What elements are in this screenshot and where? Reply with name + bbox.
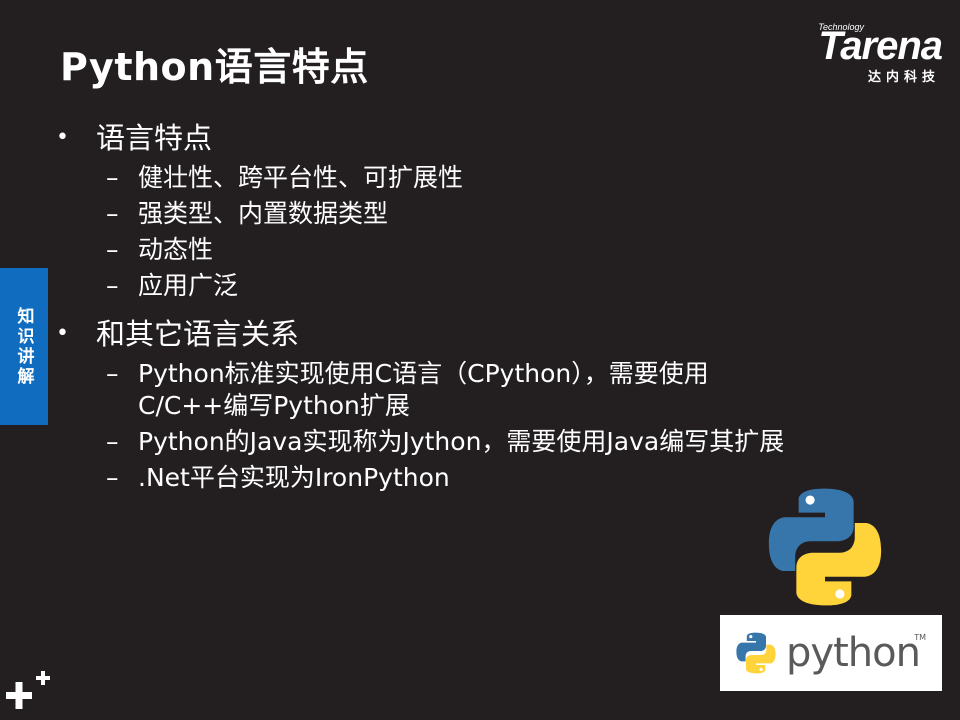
python-wordmark-badge: python TM (720, 615, 942, 691)
slide-content: • 语言特点 – 健壮性、跨平台性、可扩展性 – 强类型、内置数据类型 – 动态… (56, 118, 916, 498)
list-item-text: 应用广泛 (138, 271, 239, 300)
trademark-text: TM (914, 633, 926, 642)
list-item-text: 健壮性、跨平台性、可扩展性 (138, 163, 464, 192)
bullet-icon: • (56, 321, 69, 346)
dash-icon: – (106, 359, 119, 388)
section-heading-text: 和其它语言关系 (96, 317, 300, 351)
dash-icon: – (106, 235, 119, 264)
dash-icon: – (106, 163, 119, 192)
list-item: – Python标准实现使用C语言（CPython），需要使用 C/C++编写P… (56, 358, 916, 422)
tarena-logo: Technology Tarena 达内科技 (777, 22, 943, 85)
logo-brand-text: Tarena (818, 24, 943, 68)
slide-title: Python语言特点 (60, 45, 369, 89)
list-item-text: 动态性 (138, 235, 214, 264)
list-item-text: .Net平台实现为IronPython (138, 463, 450, 492)
dash-icon: – (106, 427, 119, 456)
side-tab-label: 知识讲解 (13, 306, 34, 387)
plus-plus-icon (6, 671, 50, 709)
list-item-text: 强类型、内置数据类型 (138, 199, 389, 228)
logo-cn-text: 达内科技 (867, 70, 940, 85)
dash-icon: – (106, 463, 119, 492)
python-logo-icon (768, 488, 882, 606)
section-heading: • 和其它语言关系 (56, 314, 916, 354)
section-heading-text: 语言特点 (96, 121, 213, 155)
list-item: – 健壮性、跨平台性、可扩展性 (56, 162, 916, 194)
list-item-text: Python的Java实现称为Jython，需要使用Java编写其扩展 (138, 427, 785, 456)
dash-icon: – (106, 199, 119, 228)
list-item-text-continued: C/C++编写Python扩展 (138, 391, 410, 420)
dash-icon: – (106, 271, 119, 300)
list-item-text: Python标准实现使用C语言（CPython），需要使用 (138, 359, 709, 388)
list-item: – 强类型、内置数据类型 (56, 198, 916, 230)
section-heading: • 语言特点 (56, 118, 916, 158)
side-tab-knowledge: 知识讲解 (0, 268, 48, 425)
list-item: – 应用广泛 (56, 270, 916, 302)
python-small-logo-icon (736, 632, 776, 674)
python-wordmark-text: python (786, 630, 921, 676)
list-item: – Python的Java实现称为Jython，需要使用Java编写其扩展 (56, 426, 916, 458)
bullet-icon: • (56, 125, 69, 150)
list-item: – 动态性 (56, 234, 916, 266)
